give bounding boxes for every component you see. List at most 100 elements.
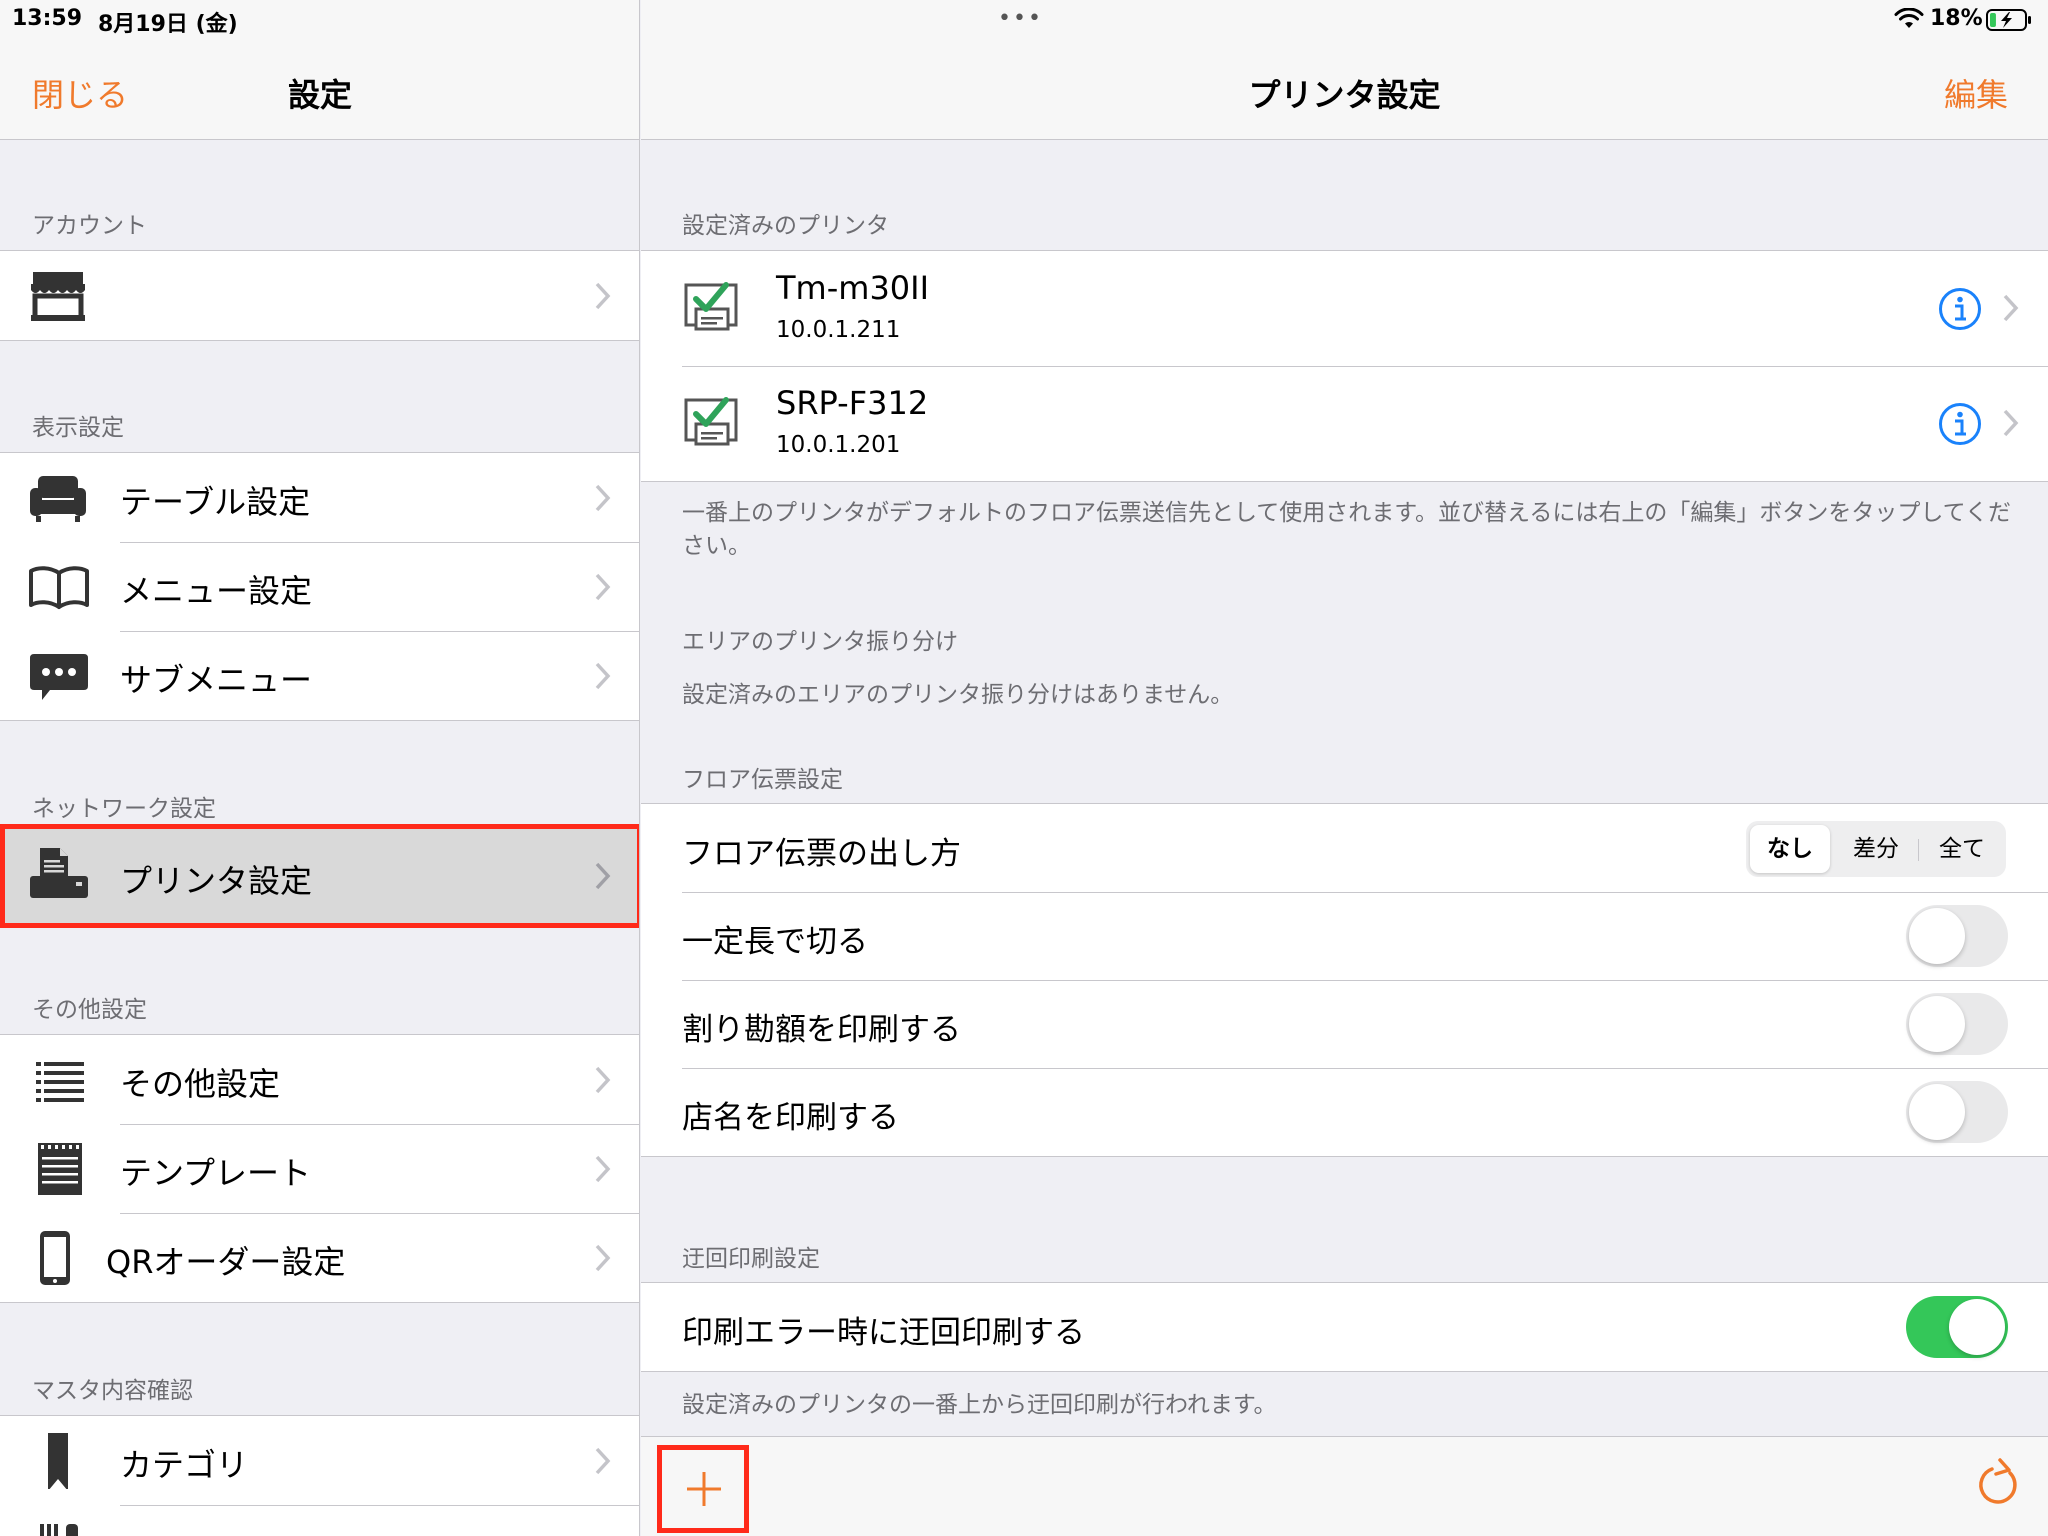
status-date: 8月19日 (金) bbox=[98, 12, 238, 37]
battery-percent: 18% bbox=[1930, 6, 1983, 31]
segment-all[interactable]: 全て bbox=[1922, 825, 2002, 873]
group-account bbox=[0, 250, 639, 341]
sidebar-item-label: カテゴリ bbox=[120, 1446, 249, 1484]
printer-row[interactable]: SRP-F312 10.0.1.201 bbox=[641, 366, 2048, 481]
chevron-right-icon bbox=[595, 662, 611, 690]
chevron-right-icon bbox=[595, 484, 611, 512]
edit-button[interactable]: 編集 bbox=[1944, 70, 2008, 116]
chevron-right-icon bbox=[595, 1447, 611, 1475]
chevron-right-icon bbox=[595, 282, 611, 310]
chevron-right-icon bbox=[595, 573, 611, 601]
printer-name: SRP-F312 bbox=[776, 384, 929, 422]
sidebar-item-label: サブメニュー bbox=[120, 661, 313, 699]
chevron-right-icon bbox=[595, 1244, 611, 1272]
settings-sidebar: 閉じる 設定 アカウント 表示設定 テーブル設定 メニュー設定 サブメニュー ネ… bbox=[0, 0, 640, 1536]
sidebar-item-table-settings[interactable]: テーブル設定 bbox=[0, 453, 639, 542]
section-header-configured-printers: 設定済みのプリンタ bbox=[682, 213, 889, 239]
sidebar-item-submenu[interactable]: サブメニュー bbox=[0, 631, 639, 720]
status-time: 13:59 bbox=[12, 6, 83, 31]
plus-icon bbox=[687, 1472, 721, 1506]
group-display: テーブル設定 メニュー設定 サブメニュー bbox=[0, 452, 639, 721]
print-store-toggle[interactable] bbox=[1906, 1081, 2008, 1143]
setting-row-output-method: フロア伝票の出し方 なし 差分 全て bbox=[641, 804, 2048, 892]
setting-row-cut-fixed: 一定長で切る bbox=[641, 892, 2048, 980]
print-split-toggle[interactable] bbox=[1906, 993, 2008, 1055]
cut-fixed-toggle[interactable] bbox=[1906, 905, 2008, 967]
toggle-knob bbox=[1949, 1299, 2005, 1355]
sidebar-item-label: その他設定 bbox=[120, 1065, 281, 1103]
multitasking-dots-icon[interactable]: ••• bbox=[998, 6, 1043, 31]
printer-settings-panel: プリンタ設定 編集 設定済みのプリンタ Tm-m30II 10.0.1.211 bbox=[641, 0, 2048, 1536]
sidebar-item-account[interactable] bbox=[0, 251, 639, 340]
list-icon bbox=[36, 1062, 84, 1102]
floor-slip-settings: フロア伝票の出し方 なし 差分 全て 一定長で切る 割り勘額を印刷する 店名を印… bbox=[641, 803, 2048, 1157]
sidebar-item-qr-order[interactable]: QRオーダー設定 bbox=[0, 1213, 639, 1302]
phone-icon bbox=[40, 1231, 70, 1285]
area-empty-text: 設定済みのエリアのプリンタ振り分けはありません。 bbox=[682, 682, 1234, 708]
info-icon[interactable] bbox=[1938, 402, 1982, 446]
detour-settings: 印刷エラー時に迂回印刷する bbox=[641, 1282, 2048, 1372]
segment-none[interactable]: なし bbox=[1750, 825, 1830, 873]
chat-bubble-icon bbox=[30, 654, 88, 700]
printers-footnote: 一番上のプリンタがデフォルトのフロア伝票送信先として使用されます。並び替えるには… bbox=[682, 500, 2011, 559]
section-header-account: アカウント bbox=[32, 213, 147, 239]
setting-label: 割り勘額を印刷する bbox=[682, 1012, 961, 1048]
sidebar-item-label: テンプレート bbox=[120, 1154, 312, 1192]
setting-row-print-store: 店名を印刷する bbox=[641, 1068, 2048, 1156]
output-method-segmented-control[interactable]: なし 差分 全て bbox=[1746, 821, 2006, 877]
wifi-icon bbox=[1894, 8, 1924, 28]
notepad-icon bbox=[38, 1143, 82, 1195]
section-header-area: エリアのプリンタ振り分け bbox=[682, 629, 958, 655]
sidebar-item-category[interactable]: カテゴリ bbox=[0, 1416, 639, 1505]
printer-row[interactable]: Tm-m30II 10.0.1.211 bbox=[641, 251, 2048, 366]
book-icon bbox=[29, 566, 89, 609]
section-header-network: ネットワーク設定 bbox=[32, 796, 216, 822]
status-bar: 13:59 8月19日 (金) ••• 18% bbox=[0, 0, 2048, 40]
group-network: プリンタ設定 bbox=[0, 828, 639, 924]
printer-name: Tm-m30II bbox=[776, 269, 930, 307]
bookmark-icon bbox=[48, 1433, 68, 1489]
setting-label: 一定長で切る bbox=[682, 924, 868, 960]
group-other: その他設定 テンプレート QRオーダー設定 bbox=[0, 1034, 639, 1303]
detour-toggle[interactable] bbox=[1906, 1296, 2008, 1358]
toggle-knob bbox=[1909, 908, 1965, 964]
sidebar-title: 設定 bbox=[288, 76, 353, 114]
sidebar-item-label: テーブル設定 bbox=[120, 483, 311, 521]
chevron-right-icon bbox=[595, 1066, 611, 1094]
chevron-right-icon bbox=[595, 862, 611, 890]
sofa-icon bbox=[30, 476, 86, 522]
page-title: プリンタ設定 bbox=[1248, 76, 1441, 114]
setting-row-print-split: 割り勘額を印刷する bbox=[641, 980, 2048, 1068]
section-header-display: 表示設定 bbox=[32, 415, 124, 441]
group-master: カテゴリ bbox=[0, 1415, 639, 1536]
setting-row-detour: 印刷エラー時に迂回印刷する bbox=[641, 1283, 2048, 1371]
detour-footnote: 設定済みのプリンタの一番上から迂回印刷が行われます。 bbox=[682, 1392, 1277, 1418]
printer-ip: 10.0.1.211 bbox=[776, 317, 901, 343]
sidebar-item-template[interactable]: テンプレート bbox=[0, 1124, 639, 1213]
close-button[interactable]: 閉じる bbox=[32, 70, 128, 116]
section-header-detour: 迂回印刷設定 bbox=[682, 1246, 820, 1272]
refresh-icon[interactable] bbox=[1974, 1457, 2024, 1511]
sidebar-item-printer-settings[interactable]: プリンタ設定 bbox=[0, 829, 639, 923]
printer-icon bbox=[30, 848, 88, 898]
sidebar-item-menu-settings[interactable]: メニュー設定 bbox=[0, 542, 639, 631]
segment-divider bbox=[1918, 839, 1919, 861]
sidebar-item-partial[interactable] bbox=[0, 1505, 639, 1536]
section-header-master: マスタ内容確認 bbox=[32, 1378, 193, 1404]
add-printer-button[interactable] bbox=[657, 1445, 749, 1533]
info-icon[interactable] bbox=[1938, 287, 1982, 331]
chevron-right-icon bbox=[2003, 294, 2019, 322]
sidebar-item-other-settings[interactable]: その他設定 bbox=[0, 1035, 639, 1124]
chevron-right-icon bbox=[595, 1155, 611, 1183]
store-icon bbox=[31, 272, 85, 321]
toggle-knob bbox=[1909, 996, 1965, 1052]
printer-check-icon bbox=[684, 397, 738, 446]
setting-label: 店名を印刷する bbox=[682, 1100, 899, 1136]
segment-diff[interactable]: 差分 bbox=[1836, 825, 1916, 873]
printer-check-icon bbox=[684, 282, 738, 331]
setting-label: 印刷エラー時に迂回印刷する bbox=[682, 1315, 1085, 1351]
toggle-knob bbox=[1909, 1084, 1965, 1140]
chevron-right-icon bbox=[2003, 409, 2019, 437]
sidebar-item-label: QRオーダー設定 bbox=[106, 1243, 346, 1281]
printer-list: Tm-m30II 10.0.1.211 SRP-F312 10.0.1.201 bbox=[641, 250, 2048, 482]
